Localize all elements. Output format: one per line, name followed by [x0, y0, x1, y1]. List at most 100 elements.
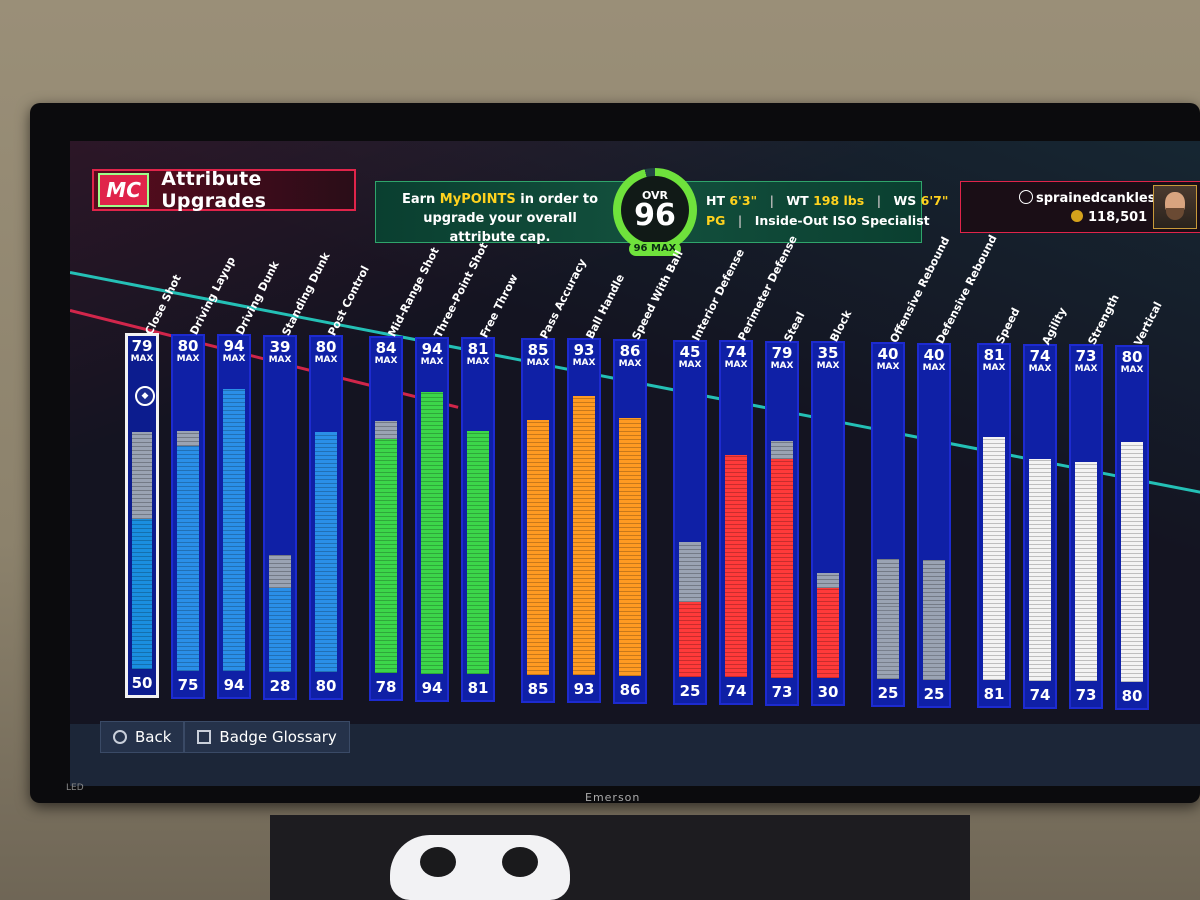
attribute-fill [1075, 462, 1097, 682]
attribute-current-value: 73 [1075, 686, 1097, 705]
circle-button-icon [113, 730, 127, 744]
attribute-max-label: MAX [1028, 363, 1052, 374]
attribute-fill [177, 445, 199, 671]
attribute-bar-ball-handle[interactable]: 93 MAX 93 Ball Handle [567, 272, 627, 704]
vc-coin-icon [1071, 210, 1083, 222]
attribute-max-label: MAX [770, 360, 794, 371]
mypoints-highlight: MyPOINTS [439, 192, 516, 207]
attribute-current-value: 81 [467, 679, 489, 698]
wingspan-value: 6'7" [920, 193, 949, 208]
attribute-max-label: MAX [876, 362, 900, 372]
attribute-upgradeable-segment [877, 559, 899, 604]
attribute-bar-driving-layup[interactable]: 80 MAX 75 Driving Layup [171, 254, 238, 699]
attribute-current-value: 25 [877, 684, 899, 702]
attribute-max-value: 80 [177, 336, 199, 355]
attribute-bar-perimeter-defense[interactable]: 74 MAX 74 Perimeter Defense [719, 234, 800, 706]
attribute-fill [877, 604, 899, 679]
attribute-max-value: 81 [983, 346, 1005, 365]
attribute-fill [1121, 442, 1143, 682]
attribute-bar-offensive-rebound[interactable]: 40 MAX 25 Offensive Rebound [871, 235, 952, 707]
attribute-bar-defensive-rebound[interactable]: 40 MAX 25 Defensive Rebound [917, 232, 1000, 708]
attribute-max-value: 94 [223, 337, 245, 356]
attribute-name-label: Close Shot [142, 272, 184, 337]
attribute-current-value: 75 [177, 675, 199, 694]
attribute-max-value: 80 [315, 338, 337, 357]
attribute-fill [269, 587, 291, 672]
attribute-max-label: MAX [618, 359, 642, 369]
attribute-max-label: MAX [922, 362, 946, 373]
attribute-fill [679, 601, 701, 677]
attribute-max-value: 79 [131, 337, 153, 355]
attribute-name-label: Free Throw [477, 272, 521, 341]
player-build: PG | Inside-Out ISO Specialist [706, 213, 930, 228]
attribute-name-label: Driving Dunk [233, 259, 282, 338]
attribute-current-value: 28 [269, 676, 291, 695]
attribute-max-value: 40 [877, 345, 899, 363]
game-screen: MC Attribute Upgrades Earn MyPOINTS in o… [70, 141, 1200, 786]
attribute-fill [467, 431, 489, 675]
attribute-current-value: 80 [1121, 687, 1143, 705]
attribute-bar-free-throw[interactable]: 81 MAX 81 Free Throw [461, 272, 521, 703]
attribute-current-value: 50 [131, 674, 153, 692]
attribute-name-label: Mid-Range Shot [385, 245, 442, 339]
attribute-max-value: 86 [619, 342, 641, 360]
attribute-bar-interior-defense[interactable]: 45 MAX 25 Interior Defense [673, 246, 747, 705]
mycareer-logo: MC [98, 173, 150, 207]
attribute-upgradeable-segment [923, 559, 945, 605]
led-label: LED [66, 783, 84, 793]
attribute-current-value: 85 [527, 679, 549, 698]
attribute-bar-mid-range-shot[interactable]: 84 MAX 78 Mid-Range Shot [369, 245, 442, 701]
attribute-bar-pass-accuracy[interactable]: 85 MAX 85 Pass Accuracy [521, 256, 589, 703]
attribute-current-value: 74 [1029, 685, 1051, 704]
attribute-upgradeable-segment [375, 421, 397, 439]
attribute-fill [527, 419, 549, 675]
attribute-fill [421, 391, 443, 674]
attribute-fill [923, 604, 945, 680]
attribute-current-value: 86 [619, 681, 641, 699]
back-button[interactable]: Back [100, 721, 185, 753]
badge-glossary-button[interactable]: Badge Glossary [184, 721, 350, 753]
attribute-max-value: 84 [375, 339, 397, 357]
attribute-upgradeable-segment [679, 541, 701, 602]
attribute-name-label: Ball Handle [583, 272, 628, 342]
attribute-max-value: 79 [771, 343, 793, 362]
footer-actions: Back Badge Glossary [100, 721, 350, 753]
attribute-current-value: 94 [421, 678, 443, 697]
attribute-max-label: MAX [130, 354, 154, 364]
attribute-max-label: MAX [678, 359, 702, 370]
attribute-max-value: 45 [679, 342, 701, 361]
attribute-bar-vertical[interactable]: 80 MAX 80 Vertical [1115, 300, 1165, 710]
attribute-max-value: 35 [817, 344, 839, 363]
attribute-max-value: 94 [421, 339, 443, 358]
attribute-bar-agility[interactable]: 74 MAX 74 Agility [1023, 305, 1069, 709]
attribute-fill [983, 437, 1005, 681]
attribute-bar-close-shot[interactable]: 79 MAX 50 Close Shot ◆ [125, 272, 184, 698]
attribute-bar-speed-with-ball[interactable]: 86 MAX 86 Speed With Ball [613, 248, 686, 704]
ovr-value: 96 [634, 197, 676, 233]
tv-frame: MC Attribute Upgrades Earn MyPOINTS in o… [30, 103, 1200, 804]
attribute-bar-driving-dunk[interactable]: 94 MAX 94 Driving Dunk [217, 259, 282, 700]
attribute-bar-three-point-shot[interactable]: 94 MAX 94 Three-Point Shot [415, 240, 491, 702]
attribute-name-label: Speed [993, 305, 1023, 347]
attribute-fill [375, 439, 397, 673]
player-profile: sprainedcankles 118,501 [960, 181, 1200, 233]
attribute-bar-post-control[interactable]: 80 MAX 80 Post Control [309, 264, 372, 701]
attribute-max-label: MAX [222, 354, 246, 365]
attribute-upgradeable-segment [269, 554, 291, 588]
attribute-bar-standing-dunk[interactable]: 39 MAX 28 Standing Dunk [263, 250, 333, 700]
attribute-name-label: Strength [1085, 292, 1122, 348]
attribute-bar-block[interactable]: 35 MAX 30 Block [811, 309, 854, 707]
attribute-max-label: MAX [420, 356, 444, 367]
attribute-fill [771, 458, 793, 678]
attribute-max-label: MAX [982, 363, 1006, 374]
attribute-name-label: Pass Accuracy [537, 256, 589, 341]
page-header: MC Attribute Upgrades [92, 168, 356, 212]
attribute-max-label: MAX [526, 357, 550, 368]
attribute-bar-steal[interactable]: 79 MAX 73 Steal [765, 310, 807, 706]
attribute-bar-strength[interactable]: 73 MAX 73 Strength [1069, 293, 1122, 710]
attribute-bar-speed[interactable]: 81 MAX 81 Speed [977, 306, 1023, 709]
attribute-name-label: Speed With Ball [629, 248, 686, 342]
attribute-current-value: 78 [375, 678, 397, 696]
attribute-name-label: Steal [781, 309, 808, 344]
attribute-max-label: MAX [268, 354, 292, 365]
